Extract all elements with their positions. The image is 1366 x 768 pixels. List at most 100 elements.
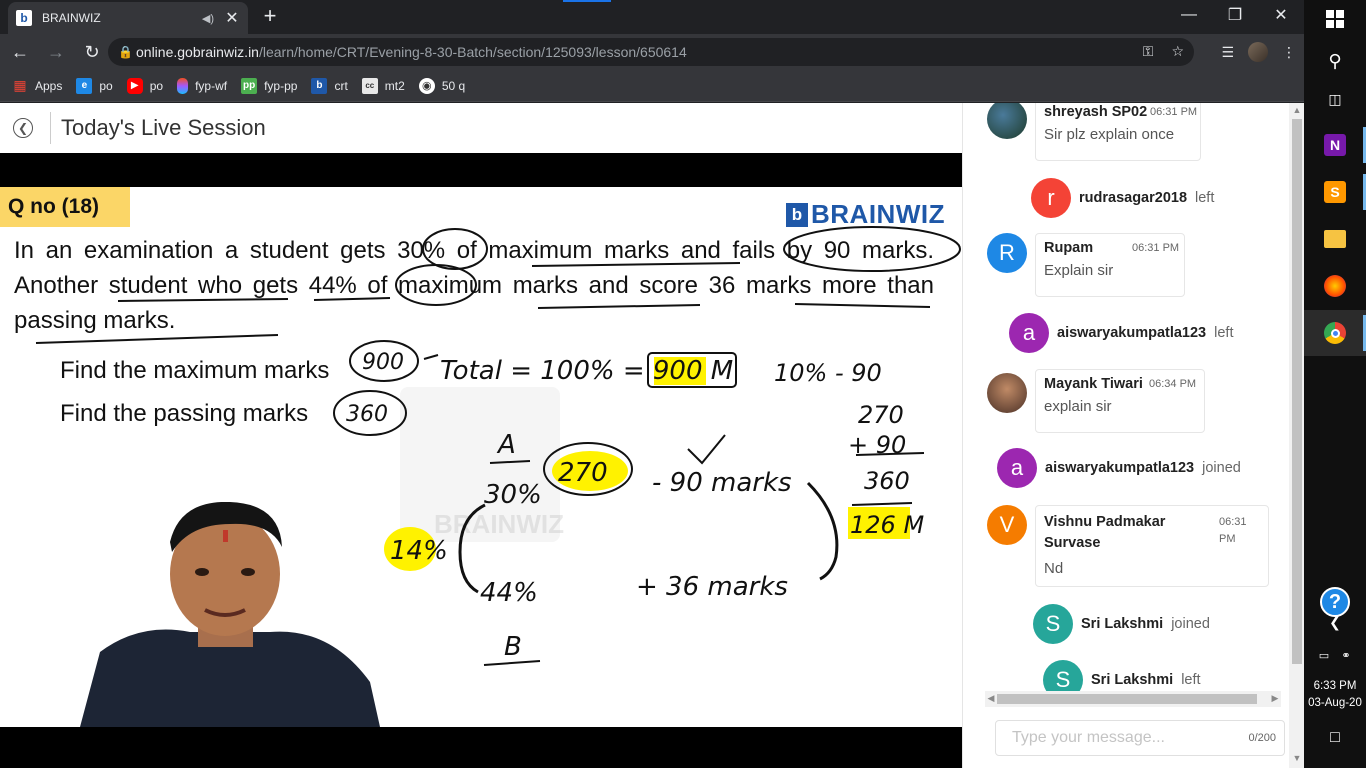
taskbar-chrome[interactable] (1304, 310, 1366, 356)
message-time: 06:31 PM (1150, 106, 1198, 118)
char-count: 0/200 (1248, 732, 1276, 744)
task-view-icon: ◫ (1328, 90, 1342, 107)
new-tab-button[interactable]: + (258, 4, 282, 28)
forward-button[interactable]: → (40, 36, 72, 68)
battery-icon: ▭ (1318, 649, 1330, 662)
hw-total: Total = 100% = 900 M (440, 356, 733, 386)
bookmark-fyp-wf[interactable]: fyp-wf (177, 77, 227, 94)
hw-add-360: 360 (864, 467, 910, 495)
task-view-button[interactable]: ◫ (1304, 76, 1366, 122)
bookmark-apps[interactable]: ▦ Apps (12, 77, 62, 94)
hw-label-b: B (504, 632, 522, 662)
windows-taskbar: ⚲ ◫ N S ? ❮ ▭ ⚭ 6:33 PM 03-Aug-20 □ (1304, 0, 1366, 768)
event-user: aiswaryakumpatla123 (1057, 325, 1207, 341)
browser-toolbar: ← → ↻ 🔒 online.gobrainwiz.in/learn/home/… (0, 34, 1304, 70)
scroll-down-icon[interactable]: ▼ (1292, 753, 1302, 765)
chat-horizontal-scrollbar[interactable]: ◀ ▶ (985, 691, 1281, 707)
message-input[interactable] (1012, 729, 1249, 747)
minimize-button[interactable]: — (1166, 0, 1212, 30)
clock-date: 03-Aug-20 (1308, 697, 1362, 709)
taskbar-firefox[interactable] (1304, 263, 1366, 309)
bookmark-50q[interactable]: ◉ 50 q (418, 77, 466, 94)
windows-logo-icon (1324, 8, 1346, 30)
figma-icon (177, 77, 189, 94)
session-header: ❮ Today's Live Session (0, 103, 962, 153)
header-divider (50, 112, 51, 144)
avatar: r (1031, 178, 1071, 218)
lecture-slide: Q no (18) b BRAINWIZ In an examination a… (0, 187, 962, 727)
media-queue-icon[interactable]: ☰ (1221, 44, 1234, 61)
star-icon[interactable]: ☆ (1171, 43, 1184, 60)
event-status: left (1181, 672, 1201, 688)
bookmark-label: fyp-pp (264, 78, 298, 93)
chevron-left-icon: ❮ (1329, 613, 1341, 630)
avatar: V (987, 505, 1027, 545)
video-player[interactable]: Q no (18) b BRAINWIZ In an examination a… (0, 153, 962, 768)
scroll-up-icon[interactable]: ▲ (1292, 105, 1302, 117)
brainwiz-icon: b (311, 77, 328, 94)
chat-input-box: 0/200 (995, 720, 1285, 756)
bookmark-mt2[interactable]: cc mt2 (361, 77, 405, 94)
scroll-right-icon[interactable]: ▶ (1270, 693, 1280, 704)
restore-button[interactable]: ❐ (1212, 0, 1258, 30)
chat-vertical-scrollbar[interactable]: ▲ ▼ (1289, 103, 1305, 768)
start-button[interactable] (1304, 0, 1366, 42)
bookmark-label: crt (334, 78, 348, 93)
chat-panel: shreyash SP02 06:31 PM Sir plz explain o… (962, 103, 1305, 768)
menu-dots-icon[interactable]: ⋮ (1282, 44, 1296, 61)
avatar (987, 103, 1027, 139)
tab-brainwiz[interactable]: b BRAINWIZ ◀) ✕ (8, 2, 248, 34)
avatar (987, 373, 1027, 413)
back-button[interactable]: ← (4, 36, 36, 68)
bookmark-crt[interactable]: b crt (311, 77, 348, 94)
message-time: 06:31 PM (1219, 516, 1247, 545)
url-host: online.gobrainwiz.in (136, 44, 259, 60)
hw-ans-pass: 360 (346, 402, 388, 427)
chat-event: r rudrasagar2018 left (1031, 178, 1214, 218)
profile-avatar[interactable] (1248, 42, 1268, 62)
action-center-button[interactable]: □ (1304, 715, 1366, 761)
wifi-icon: ⚭ (1341, 649, 1351, 662)
close-window-button[interactable]: ✕ (1258, 0, 1304, 30)
bookmark-label: 50 q (441, 78, 466, 93)
bookmark-label: po (149, 78, 164, 93)
sender-name: Vishnu Padmakar Survase (1044, 514, 1166, 551)
hw-126m: 126 M (850, 511, 924, 539)
hw-ans-max: 900 (362, 350, 404, 375)
scroll-thumb[interactable] (997, 694, 1257, 704)
firefox-icon (1324, 275, 1346, 297)
speaker-icon[interactable]: ◀) (202, 12, 214, 25)
address-bar[interactable]: 🔒 online.gobrainwiz.in/learn/home/CRT/Ev… (108, 38, 1194, 66)
browser-window: b BRAINWIZ ◀) ✕ + — ❐ ✕ ← → ↻ 🔒 online.g… (0, 0, 1305, 768)
scroll-thumb[interactable] (1292, 119, 1302, 664)
circle-30pct (422, 228, 488, 270)
bookmark-po-youtube[interactable]: ▶ po (126, 77, 164, 94)
url-path: /learn/home/CRT/Evening-8-30-Batch/secti… (258, 44, 687, 60)
message-bubble: Mayank Tiwari 06:34 PM explain sir (1035, 369, 1205, 433)
chat-event: a aiswaryakumpatla123 joined (997, 448, 1241, 488)
back-arrow-icon[interactable]: ❮ (13, 118, 33, 138)
event-user: Sri Lakshmi (1081, 616, 1164, 632)
avatar: a (997, 448, 1037, 488)
system-tray[interactable]: ▭ ⚭ (1304, 641, 1366, 669)
circle-fails-by-90 (783, 226, 961, 272)
bookmark-po-ie[interactable]: e po (76, 77, 113, 94)
chrome-icon (1324, 322, 1346, 344)
taskbar-sublime[interactable]: S (1304, 169, 1366, 215)
bookmark-fyp-pp[interactable]: pp fyp-pp (241, 77, 298, 94)
lock-icon[interactable]: 🔒 (118, 45, 136, 59)
message-time: 06:34 PM (1149, 378, 1197, 390)
taskbar-clock[interactable]: 6:33 PM 03-Aug-20 (1304, 678, 1366, 712)
reload-button[interactable]: ↻ (76, 36, 108, 68)
tab-close-icon[interactable]: ✕ (224, 8, 240, 28)
taskbar-file-explorer[interactable] (1304, 216, 1366, 262)
url-text[interactable]: online.gobrainwiz.in/learn/home/CRT/Even… (136, 44, 687, 60)
show-hidden-icons-button[interactable]: ❮ (1304, 607, 1366, 637)
scroll-left-icon[interactable]: ◀ (986, 693, 996, 704)
taskbar-onenote[interactable]: N (1304, 122, 1366, 168)
brainwiz-favicon-icon: b (16, 10, 32, 26)
message-bubble: Vishnu Padmakar Survase 06:31 PM Nd (1035, 505, 1269, 587)
chat-event: S Sri Lakshmi joined (1033, 604, 1210, 644)
key-icon[interactable]: ⚿ (1143, 43, 1154, 60)
event-user: rudrasagar2018 (1079, 190, 1188, 206)
